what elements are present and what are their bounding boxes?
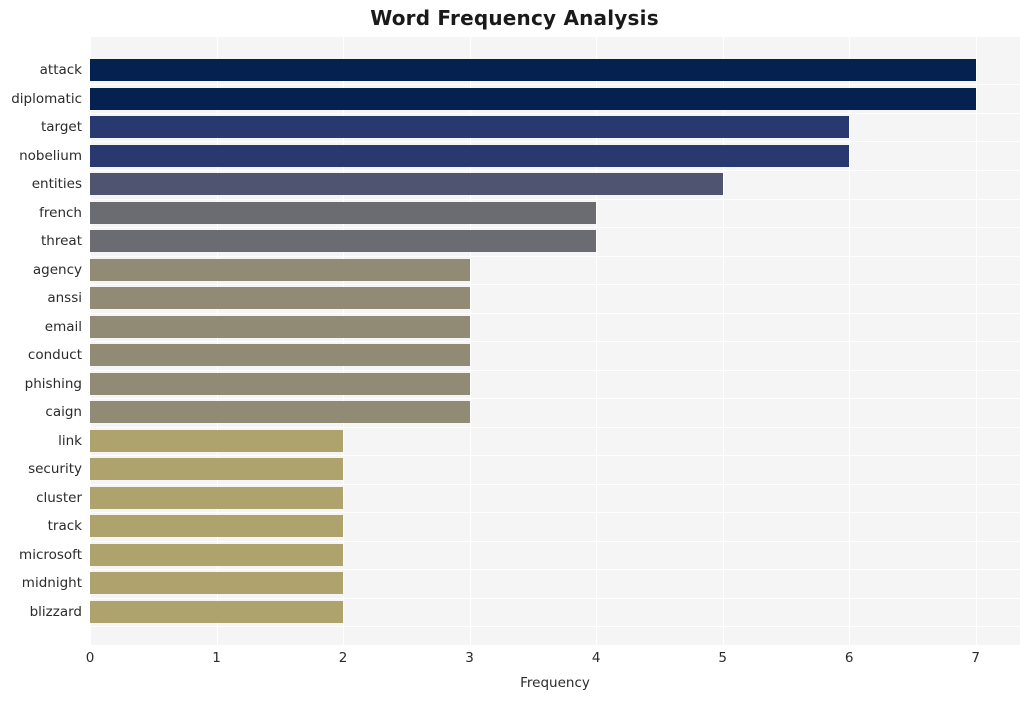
x-axis-tick-labels: 0 1 2 3 4 5 6 7 (0, 650, 1029, 672)
bar (90, 173, 723, 196)
horizontal-gridline (90, 455, 1020, 456)
x-axis-tick-label: 7 (971, 650, 980, 666)
bar (90, 458, 344, 481)
bar (90, 116, 850, 139)
horizontal-gridline (90, 113, 1020, 114)
word-frequency-chart: Word Frequency Analysis attack diplomatic… (0, 0, 1029, 701)
horizontal-gridline (90, 598, 1020, 599)
plot-area (90, 37, 1020, 645)
bar (90, 144, 850, 167)
bar (90, 543, 344, 566)
horizontal-gridline (90, 541, 1020, 542)
x-axis-tick-label: 5 (718, 650, 727, 666)
y-axis-tick-label: blizzard (29, 603, 82, 620)
horizontal-gridline (90, 84, 1020, 85)
y-axis-tick-label: anssi (47, 290, 82, 307)
y-axis-tick-label: target (40, 119, 82, 136)
x-axis-title: Frequency (520, 675, 590, 691)
y-axis-tick-label: conduct (27, 347, 82, 364)
horizontal-gridline (90, 256, 1020, 257)
horizontal-gridline (90, 141, 1020, 142)
y-axis-tick-label: link (58, 432, 82, 449)
y-axis-tick-label: french (39, 204, 82, 221)
y-axis-tick-label: diplomatic (11, 90, 82, 107)
y-axis-tick-label: entities (31, 176, 82, 193)
bar (90, 59, 976, 82)
y-axis-tick-label: email (44, 318, 82, 335)
horizontal-gridline (90, 284, 1020, 285)
horizontal-gridline (90, 227, 1020, 228)
x-axis-tick-label: 6 (844, 650, 854, 666)
horizontal-gridline (90, 626, 1020, 627)
chart-title: Word Frequency Analysis (370, 6, 659, 30)
bar (90, 401, 470, 424)
horizontal-gridline (90, 313, 1020, 314)
y-axis-tick-label: microsoft (19, 546, 82, 563)
y-axis-tick-labels: attack diplomatic target nobelium entities fr… (0, 37, 82, 645)
bar (90, 230, 597, 253)
bar (90, 344, 470, 367)
bar (90, 87, 976, 110)
y-axis-tick-label: threat (41, 233, 82, 250)
bar (90, 486, 344, 509)
bar (90, 287, 470, 310)
bar (90, 201, 597, 224)
y-axis-tick-label: midnight (21, 575, 82, 592)
y-axis-tick-label: track (47, 518, 82, 535)
bar (90, 315, 470, 338)
bar (90, 515, 344, 538)
bar (90, 429, 344, 452)
bar (90, 258, 470, 281)
horizontal-gridline (90, 370, 1020, 371)
x-axis-tick-label: 0 (85, 650, 95, 666)
horizontal-gridline (90, 398, 1020, 399)
bar (90, 372, 470, 395)
bar (90, 600, 344, 623)
x-axis-tick-label: 3 (465, 650, 474, 666)
horizontal-gridline (90, 170, 1020, 171)
y-axis-tick-label: security (28, 461, 82, 478)
y-axis-tick-label: caign (45, 404, 82, 421)
y-axis-tick-label: nobelium (19, 147, 82, 164)
horizontal-gridline (90, 512, 1020, 513)
y-axis-tick-label: attack (39, 62, 82, 79)
horizontal-gridline (90, 569, 1020, 570)
bar (90, 572, 344, 595)
horizontal-gridline (90, 427, 1020, 428)
x-axis-tick-label: 4 (591, 650, 601, 666)
horizontal-gridline (90, 484, 1020, 485)
y-axis-tick-label: agency (32, 261, 82, 278)
horizontal-gridline (90, 199, 1020, 200)
horizontal-gridline (90, 341, 1020, 342)
y-axis-tick-label: phishing (24, 375, 82, 392)
y-axis-tick-label: cluster (36, 489, 82, 506)
x-axis-tick-label: 2 (338, 650, 348, 666)
x-axis-tick-label: 1 (212, 650, 221, 666)
